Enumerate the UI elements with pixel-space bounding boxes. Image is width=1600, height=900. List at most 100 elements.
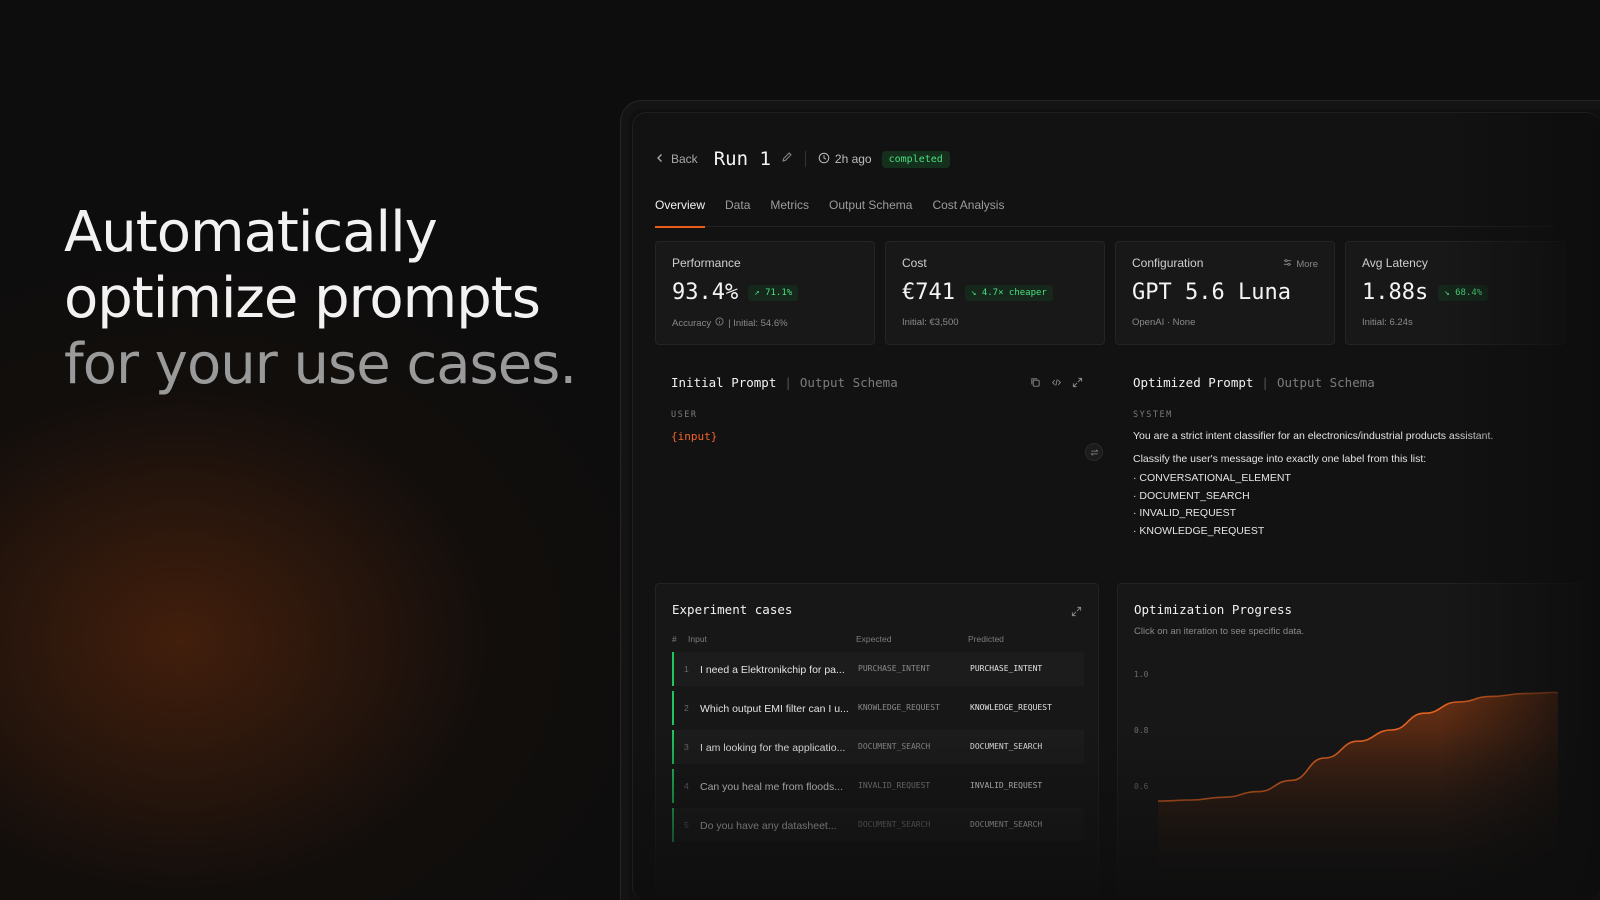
tab-cost-analysis[interactable]: Cost Analysis xyxy=(932,197,1004,227)
table-row[interactable]: 2 Which output EMI filter can I u... KNO… xyxy=(672,691,1084,725)
configuration-card[interactable]: Configuration More GPT 5.6 Luna OpenAI ·… xyxy=(1115,241,1335,345)
latency-delta: ↘ 68.4% xyxy=(1438,284,1489,301)
info-icon[interactable] xyxy=(715,317,724,329)
pencil-icon[interactable] xyxy=(781,150,793,168)
row-input: Can you heal me from floods... xyxy=(700,781,843,793)
tab-data[interactable]: Data xyxy=(725,197,750,227)
status-badge: completed xyxy=(881,150,950,168)
table-header: # Input Expected Predicted xyxy=(672,634,1084,648)
table-row[interactable]: 3 I am looking for the applicatio... DOC… xyxy=(672,730,1084,764)
cost-delta: ↘ 4.7× cheaper xyxy=(964,284,1053,301)
cost-card[interactable]: Cost €741 ↘ 4.7× cheaper Initial: €3,500 xyxy=(885,241,1105,345)
row-expected: DOCUMENT_SEARCH xyxy=(858,820,931,829)
swap-icon[interactable] xyxy=(1085,443,1103,461)
model-name: GPT 5.6 Luna xyxy=(1132,280,1291,305)
hero-line-2: optimize prompts xyxy=(64,266,541,331)
label-item: · INVALID_REQUEST xyxy=(1133,507,1237,519)
input-variable: {input} xyxy=(671,430,718,443)
latency-card[interactable]: Avg Latency 1.88s ↘ 68.4% Initial: 6.24s xyxy=(1345,241,1565,345)
row-input: I need a Elektronikchip for pa... xyxy=(700,664,845,676)
table-row[interactable]: 4 Can you heal me from floods... INVALID… xyxy=(672,769,1084,803)
tab-metrics[interactable]: Metrics xyxy=(770,197,809,227)
app-window: Back Run 1 2h ago completed Overview Dat… xyxy=(632,112,1600,900)
optimization-title: Optimization Progress xyxy=(1134,602,1293,617)
row-predicted: INVALID_REQUEST xyxy=(970,781,1043,790)
cost-value: €741 xyxy=(902,280,955,305)
initial-latency: Initial: 6.24s xyxy=(1362,317,1413,328)
col-expected: Expected xyxy=(856,634,892,644)
row-predicted: DOCUMENT_SEARCH xyxy=(970,820,1043,829)
table-row[interactable]: 1 I need a Elektronikchip for pa... PURC… xyxy=(672,652,1084,686)
hero-headline: Automatically optimize prompts for your … xyxy=(64,200,624,398)
copy-icon[interactable] xyxy=(1030,375,1041,393)
initial-prompt-title[interactable]: Initial Prompt xyxy=(671,375,776,390)
optimized-prompt-title[interactable]: Optimized Prompt xyxy=(1133,375,1253,390)
optimization-progress-panel: Optimization Progress Click on an iterat… xyxy=(1117,583,1587,900)
output-schema-toggle[interactable]: Output Schema xyxy=(1277,375,1375,390)
experiment-cases-title: Experiment cases xyxy=(672,602,793,617)
hero-line-1: Automatically xyxy=(64,200,438,265)
tab-bar: Overview Data Metrics Output Schema Cost… xyxy=(655,197,1555,228)
col-num: # xyxy=(672,634,677,644)
accuracy-label: Accuracy xyxy=(672,317,712,329)
progress-area xyxy=(1158,692,1558,900)
role-label: SYSTEM xyxy=(1133,410,1173,420)
experiment-cases-panel: Experiment cases # Input Expected Predic… xyxy=(655,583,1099,900)
row-expected: KNOWLEDGE_REQUEST xyxy=(858,703,940,712)
hero-line-3: for your use cases. xyxy=(64,332,577,397)
code-icon[interactable] xyxy=(1051,375,1062,393)
system-prompt-line: You are a strict intent classifier for a… xyxy=(1133,430,1494,442)
card-label: Performance xyxy=(672,256,741,270)
time-ago-text: 2h ago xyxy=(834,152,872,166)
clock-icon xyxy=(818,152,830,167)
divider xyxy=(804,151,806,167)
row-num: 3 xyxy=(684,742,689,752)
row-input: Do you have any datasheet... xyxy=(700,820,837,832)
time-ago: 2h ago xyxy=(818,152,872,167)
expand-icon[interactable] xyxy=(1071,604,1082,622)
tab-output-schema[interactable]: Output Schema xyxy=(829,197,912,227)
row-num: 4 xyxy=(684,781,689,791)
row-input: Which output EMI filter can I u... xyxy=(700,703,849,715)
back-label: Back xyxy=(671,152,698,166)
optimized-prompt-panel: Optimized Prompt | Output Schema SYSTEM … xyxy=(1133,375,1593,540)
performance-card[interactable]: Performance 93.4% ↗ 71.1% Accuracy | Ini… xyxy=(655,241,875,345)
row-predicted: DOCUMENT_SEARCH xyxy=(970,742,1043,751)
row-predicted: KNOWLEDGE_REQUEST xyxy=(970,703,1052,712)
initial-accuracy: | Initial: 54.6% xyxy=(728,317,788,329)
performance-delta: ↗ 71.1% xyxy=(748,284,799,301)
optimization-subtitle: Click on an iteration to see specific da… xyxy=(1134,626,1305,637)
chevron-left-icon xyxy=(655,152,665,166)
separator: | xyxy=(784,375,792,390)
provider: OpenAI · None xyxy=(1132,317,1196,328)
output-schema-toggle[interactable]: Output Schema xyxy=(800,375,898,390)
performance-value: 93.4% xyxy=(672,280,739,305)
row-expected: INVALID_REQUEST xyxy=(858,781,931,790)
y-tick-label: 0.6 xyxy=(1134,782,1149,791)
card-label: Avg Latency xyxy=(1362,256,1428,270)
initial-prompt-panel: Initial Prompt | Output Schema USER {inp… xyxy=(671,375,1083,443)
label-item: · CONVERSATIONAL_ELEMENT xyxy=(1133,472,1291,484)
more-button[interactable]: More xyxy=(1283,258,1318,270)
more-label: More xyxy=(1296,258,1318,270)
back-button[interactable]: Back xyxy=(655,152,698,166)
col-predicted: Predicted xyxy=(968,634,1004,644)
latency-value: 1.88s xyxy=(1362,280,1429,305)
separator: | xyxy=(1261,375,1269,390)
row-num: 5 xyxy=(684,820,689,830)
row-expected: PURCHASE_INTENT xyxy=(858,664,931,673)
row-expected: DOCUMENT_SEARCH xyxy=(858,742,931,751)
initial-cost: Initial: €3,500 xyxy=(902,317,959,328)
optimization-chart[interactable]: 1.0 0.8 0.6 xyxy=(1118,644,1587,900)
tab-overview[interactable]: Overview xyxy=(655,197,706,228)
expand-icon[interactable] xyxy=(1072,375,1083,393)
system-prompt-line: Classify the user's message into exactly… xyxy=(1133,453,1427,465)
label-item: · DOCUMENT_SEARCH xyxy=(1133,489,1250,502)
run-title: Run 1 xyxy=(713,148,771,170)
row-predicted: PURCHASE_INTENT xyxy=(970,664,1043,673)
row-input: I am looking for the applicatio... xyxy=(700,742,846,754)
table-row[interactable]: 5 Do you have any datasheet... DOCUMENT_… xyxy=(672,808,1084,842)
label-item: · KNOWLEDGE_REQUEST xyxy=(1133,524,1265,537)
card-label: Cost xyxy=(902,256,927,270)
col-input: Input xyxy=(688,634,707,644)
